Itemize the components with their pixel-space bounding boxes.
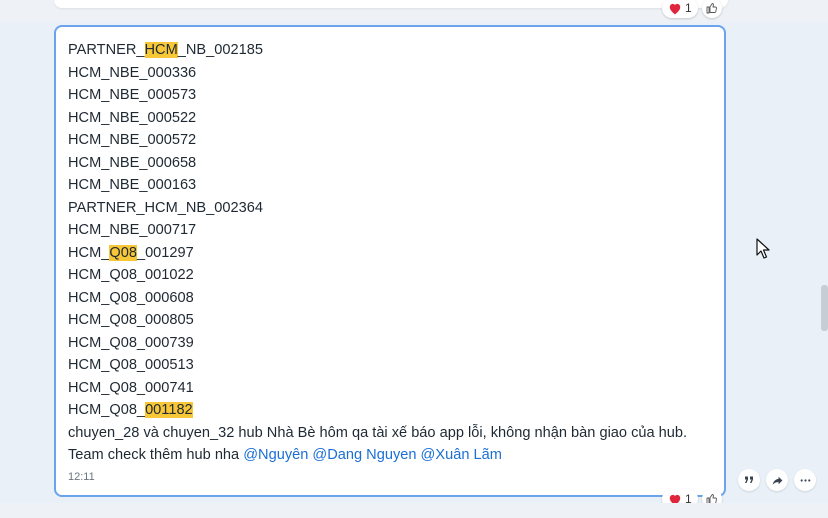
code-line: HCM_NBE_000336 <box>68 62 718 85</box>
reaction-count: 1 <box>685 1 692 15</box>
message-bubble[interactable]: PARTNER_HCM_NB_002185 HCM_NBE_000336 HCM_N… <box>54 25 726 497</box>
code-list: PARTNER_HCM_NB_002185 HCM_NBE_000336 HCM_N… <box>68 39 718 422</box>
code-text: PARTNER_HCM_NB_002364 <box>68 199 263 216</box>
code-text: HCM_NBE_000163 <box>68 177 197 193</box>
code-text: HCM_NBE_000572 <box>68 132 197 148</box>
code-line: HCM_Q08_000608 <box>68 287 718 310</box>
code-line: HCM_Q08_000805 <box>68 309 718 332</box>
search-highlight: 001182 <box>145 402 193 418</box>
previous-message-bubble <box>54 0 728 8</box>
code-line: HCM_Q08_001022 <box>68 264 718 287</box>
code-text: HCM_Q08_000741 <box>68 379 194 396</box>
code-text: HCM_Q08_ <box>68 402 146 418</box>
code-line: PARTNER_HCM_NB_002364 <box>68 197 718 220</box>
code-text: HCM_NBE_000336 <box>68 64 197 81</box>
quote-icon <box>745 476 753 483</box>
quote-button[interactable] <box>738 469 760 491</box>
code-text: PARTNER_ <box>68 42 145 58</box>
code-text: HCM_Q08_000513 <box>68 357 194 373</box>
code-text: HCM_Q08_000608 <box>68 289 194 306</box>
message-list-bottom <box>0 503 828 518</box>
mouse-cursor-icon <box>756 238 770 259</box>
code-text: HCM_Q08_000739 <box>68 334 194 351</box>
code-line: HCM_Q08_000739 <box>68 332 718 355</box>
code-text: HCM_NBE_000573 <box>68 87 197 103</box>
code-line: PARTNER_HCM_NB_002185 <box>68 39 718 62</box>
heart-reaction-pill[interactable]: 1 <box>662 0 698 18</box>
code-line: HCM_Q08_000513 <box>68 354 718 377</box>
mention-dang-nguyen[interactable]: @Dang Nguyen <box>312 447 416 463</box>
code-text: HCM_Q08_000805 <box>68 312 194 328</box>
search-highlight: HCM <box>144 42 178 58</box>
code-line: HCM_NBE_000522 <box>68 107 718 130</box>
message-text: Team check thêm hub nha <box>68 447 244 463</box>
forward-button[interactable] <box>766 469 788 491</box>
code-line: HCM_Q08_000741 <box>68 377 718 400</box>
code-line: HCM_NBE_000163 <box>68 174 718 197</box>
code-line: HCM_Q08_001182 <box>68 399 718 422</box>
previous-message-reactions: 1 <box>662 0 722 18</box>
scrollbar-thumb[interactable] <box>821 285 828 331</box>
more-options-button[interactable] <box>794 469 816 491</box>
message-content: PARTNER_HCM_NB_002185 HCM_NBE_000336 HCM_N… <box>68 39 718 467</box>
message-timestamp: 12:11 <box>68 471 95 483</box>
heart-icon <box>669 3 681 14</box>
code-text: HCM_Q08_001022 <box>68 267 194 283</box>
code-text: HCM_ <box>68 244 110 261</box>
thumbs-up-icon <box>706 3 717 14</box>
more-horizontal-icon <box>800 478 810 482</box>
forward-icon <box>772 476 782 485</box>
mention-xuan-lam[interactable]: @Xuân Lãm <box>421 447 502 463</box>
code-line: HCM_NBE_000572 <box>68 129 718 152</box>
message-actions <box>738 469 816 491</box>
like-button[interactable] <box>701 0 722 18</box>
search-highlight: Q08 <box>109 244 137 261</box>
code-line: HCM_NBE_000717 <box>68 219 718 242</box>
message-text-line: Team check thêm hub nha @Nguyên @Dang Ng… <box>68 444 718 467</box>
message-text-line: chuyen_28 và chuyen_32 hub Nhà Bè hôm qa… <box>68 424 688 441</box>
code-line: HCM_Q08_001297 <box>68 242 718 265</box>
code-text: HCM_NBE_000717 <box>68 222 197 238</box>
code-line: HCM_NBE_000573 <box>68 84 718 107</box>
code-text: HCM_NBE_000522 <box>68 109 197 126</box>
code-line: HCM_NBE_000658 <box>68 152 718 175</box>
code-text: _NB_002185 <box>177 42 263 58</box>
code-text: HCM_NBE_000658 <box>68 154 197 171</box>
mention-nguyen[interactable]: @Nguyên <box>243 447 308 463</box>
code-text: _001297 <box>136 244 194 261</box>
